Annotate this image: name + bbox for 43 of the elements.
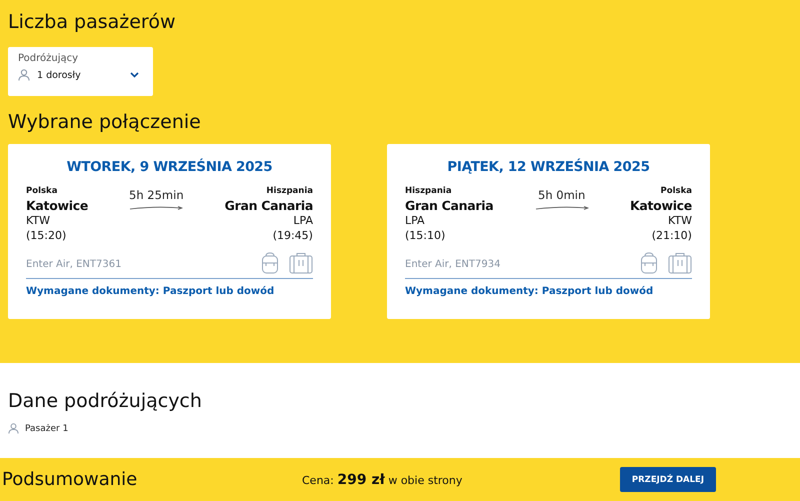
arrival-time: (19:45)	[272, 228, 313, 243]
backpack-icon	[640, 252, 658, 274]
country-name: Hiszpania	[405, 186, 452, 196]
flight-duration: 5h 0min	[538, 188, 586, 202]
country-name: Hiszpania	[266, 186, 313, 196]
section-title: Dane podróżujących	[8, 389, 203, 413]
city-name: Katowice	[630, 198, 692, 213]
required-documents: Wymagane dokumenty: Paszport lub dowód	[405, 286, 654, 297]
city-name: Katowice	[26, 198, 88, 213]
person-icon	[18, 69, 30, 81]
flight-date: WTOREK, 9 WRZEŚNIA 2025	[66, 159, 272, 175]
field-label: Podróżujący	[18, 53, 78, 64]
airport-code: KTW	[668, 213, 692, 228]
flight-duration: 5h 25min	[129, 188, 184, 202]
section-title: Wybrane połączenie	[8, 110, 202, 134]
route-arrow-icon	[129, 205, 184, 211]
passenger-dropdown[interactable]: Podróżujący 1 dorosły	[8, 47, 153, 96]
suitcase-icon	[289, 252, 313, 274]
summary-title: Podsumowanie	[2, 469, 138, 490]
city-name: Gran Canaria	[224, 198, 313, 213]
airport-code: KTW	[26, 213, 50, 228]
person-icon	[8, 423, 19, 434]
departure-time: (15:20)	[26, 228, 66, 243]
airport-code: LPA	[405, 213, 425, 228]
route-arrow-icon	[534, 205, 589, 211]
arrival-time: (21:10)	[652, 228, 692, 243]
carrier-flight-number: Enter Air, ENT7934	[405, 259, 502, 272]
country-name: Polska	[26, 186, 58, 196]
country-name: Polska	[660, 186, 692, 196]
suitcase-icon	[668, 252, 692, 274]
price-text: Cena: 299 zł w obie strony	[302, 472, 464, 488]
carrier-flight-number: Enter Air, ENT7361	[26, 259, 122, 272]
dropdown-value: 1 dorosły	[37, 70, 82, 80]
chevron-down-icon	[130, 72, 139, 78]
airport-code: LPA	[293, 213, 313, 228]
departure-time: (15:10)	[405, 228, 446, 243]
backpack-icon	[261, 252, 279, 274]
flight-date: PIĄTEK, 12 WRZEŚNIA 2025	[447, 159, 650, 175]
section-title: Liczba pasażerów	[8, 10, 176, 34]
required-documents: Wymagane dokumenty: Paszport lub dowód	[26, 286, 274, 297]
continue-button[interactable]: PRZEJDŹ DALEJ	[620, 467, 716, 492]
passenger-name[interactable]: Pasażer 1	[25, 424, 68, 434]
city-name: Gran Canaria	[405, 198, 494, 213]
